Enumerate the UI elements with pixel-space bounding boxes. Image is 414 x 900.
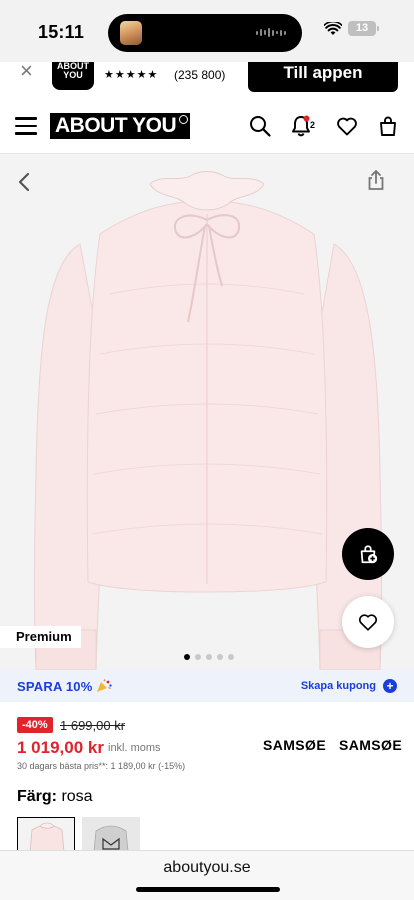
browser-address-bar[interactable]: aboutyou.se [0,850,414,900]
status-indicators: 13 [324,21,379,36]
sale-price: 1 019,00 kr [17,738,104,757]
brand-name-secondary[interactable]: SAMSØE [339,737,402,753]
now-playing-artwork [120,21,142,45]
color-swatch-gra[interactable] [82,817,140,851]
save-percent-label: SPARA 10% [17,679,112,694]
color-swatch-rosa[interactable] [17,817,75,851]
gallery-pagination [184,654,234,660]
wifi-icon [324,21,342,35]
create-coupon-link[interactable]: Skapa kupong [301,680,376,692]
add-to-cart-button[interactable] [342,528,394,580]
pagination-dot[interactable] [217,654,223,660]
discount-badge: -40% [17,717,53,733]
original-price: 1 699,00 kr [60,718,126,733]
rating-count: (235 800) [174,68,226,82]
brand-name[interactable]: SAMSØE [263,737,326,753]
pagination-dot[interactable] [184,654,190,660]
app-logo: ABOUT YOU [52,62,94,90]
audio-waveform-icon [256,28,286,37]
lowest-price-note: 30 dagars bästa pris**: 1 189,00 kr (-15… [17,761,186,771]
pagination-dot[interactable] [228,654,234,660]
status-time: 15:11 [38,22,85,42]
coupon-bar: SPARA 10% Skapa kupong + [0,670,414,702]
heart-icon[interactable] [335,114,359,138]
pagination-dot[interactable] [195,654,201,660]
about-you-logo[interactable]: ABOUT YOU [50,113,191,139]
plus-icon[interactable]: + [383,679,397,693]
home-indicator [136,887,280,892]
bag-icon[interactable] [376,114,400,138]
dynamic-island[interactable] [108,14,302,52]
color-value: rosa [61,788,93,805]
logo-text: ABOUT YOU [55,114,177,137]
save-text: SPARA 10% [17,679,93,694]
rating-stars: ★★★★★ [104,69,159,81]
price-section: -40% 1 699,00 kr 1 019,00 kr inkl. moms … [0,702,414,851]
pagination-dot[interactable] [206,654,212,660]
app-download-banner: × ABOUT YOU ★★★★★ (235 800) Till appen [0,62,414,98]
bag-plus-icon [360,545,378,564]
notification-count: 2 [310,120,316,130]
share-icon[interactable] [366,168,386,192]
logo-mark [179,115,189,124]
product-image-blouse [34,171,382,670]
site-header: ABOUT YOU 2 [0,98,414,154]
heart-icon [358,614,378,631]
menu-icon[interactable] [15,117,37,135]
premium-badge: Premium [0,626,81,648]
swatch-thumbnail [93,825,129,851]
page-url[interactable]: aboutyou.se [0,859,414,877]
party-popper-icon [97,679,112,692]
vat-note: inkl. moms [108,742,161,754]
back-chevron-icon[interactable] [14,170,34,194]
color-selector-label: Färg: rosa [17,788,93,806]
search-icon[interactable] [248,114,272,138]
open-app-button[interactable]: Till appen [248,62,398,92]
color-label: Färg: [17,788,57,805]
product-image-gallery[interactable]: Premium [0,154,414,670]
swatch-thumbnail [29,822,65,851]
add-to-wishlist-button[interactable] [342,596,394,648]
banner-close-icon[interactable]: × [20,62,33,82]
ios-status-bar: 15:11 13 [0,0,414,62]
battery-icon: 13 [348,21,379,36]
